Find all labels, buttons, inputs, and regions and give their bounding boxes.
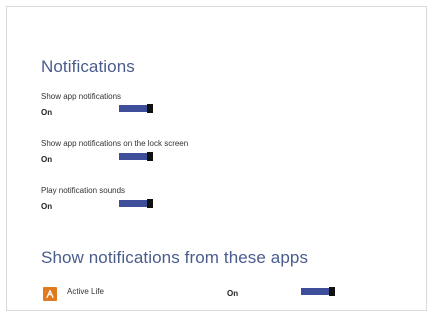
toggle-track xyxy=(119,153,149,160)
lock-screen-notifications-toggle[interactable] xyxy=(119,152,153,161)
lock-screen-notifications-value: On xyxy=(41,155,53,164)
toggle-thumb xyxy=(147,152,153,161)
app-value-active-life: On xyxy=(227,289,239,298)
notifications-heading: Notifications xyxy=(41,57,135,76)
toggle-thumb xyxy=(329,287,335,296)
lock-screen-notifications-label: Show app notifications on the lock scree… xyxy=(41,139,189,148)
acrobat-icon xyxy=(43,287,57,301)
toggle-track xyxy=(301,288,331,295)
settings-panel: Notifications Show app notifications On … xyxy=(6,6,427,311)
toggle-track xyxy=(119,200,149,207)
notification-sounds-label: Play notification sounds xyxy=(41,186,126,195)
show-app-notifications-value: On xyxy=(41,108,53,117)
apps-notifications-heading: Show notifications from these apps xyxy=(41,248,309,267)
toggle-thumb xyxy=(147,199,153,208)
active-life-notifications-toggle[interactable] xyxy=(301,287,335,296)
show-app-notifications-toggle[interactable] xyxy=(119,104,153,113)
toggle-track xyxy=(119,105,149,112)
show-app-notifications-label: Show app notifications xyxy=(41,92,122,101)
notification-sounds-toggle[interactable] xyxy=(119,199,153,208)
notification-sounds-value: On xyxy=(41,202,53,211)
toggle-thumb xyxy=(147,104,153,113)
app-name-active-life: Active Life xyxy=(67,287,104,296)
